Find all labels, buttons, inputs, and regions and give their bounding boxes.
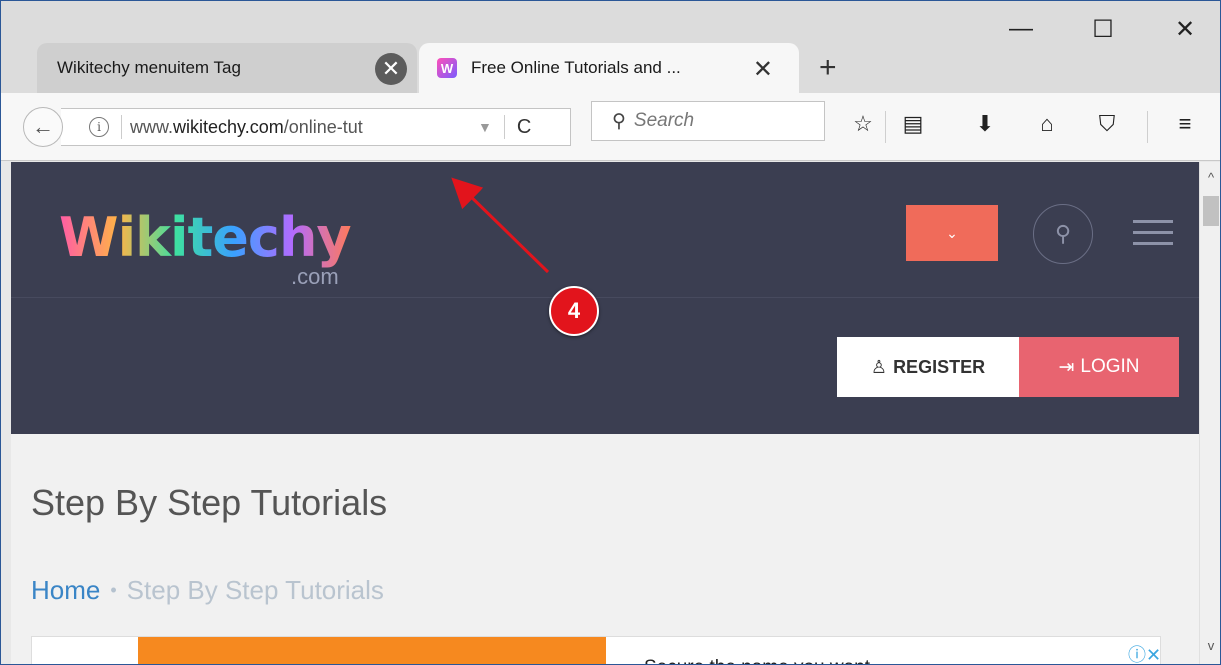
- hamburger-menu-icon[interactable]: ≡: [1169, 111, 1201, 137]
- url-text[interactable]: www.wikitechy.com/online-tut: [130, 117, 470, 138]
- user-icon: ♙: [870, 356, 888, 377]
- divider: [885, 111, 886, 143]
- login-button[interactable]: ⇥ LOGIN: [1019, 337, 1179, 397]
- search-input[interactable]: ⚲ Search: [591, 101, 825, 141]
- browser-window: Wikitechy menuitem Tag ✕ W Free Online T…: [0, 0, 1221, 665]
- ad-text[interactable]: Secure the name you want: [644, 657, 870, 664]
- tab-wikitechy-menuitem[interactable]: Wikitechy menuitem Tag ✕: [37, 43, 417, 93]
- breadcrumb-current: Step By Step Tutorials: [126, 575, 384, 605]
- divider: [11, 297, 1199, 298]
- window-close-icon[interactable]: ✕: [1165, 15, 1205, 44]
- scroll-up-icon[interactable]: ^: [1200, 170, 1220, 185]
- reading-list-icon[interactable]: ▤: [897, 111, 929, 137]
- tab-title: Free Online Tutorials and ...: [471, 58, 681, 77]
- search-placeholder: Search: [633, 110, 695, 131]
- wikitechy-favicon-icon: W: [437, 58, 457, 78]
- minimize-icon[interactable]: —: [1001, 15, 1041, 43]
- dropdown-button[interactable]: ⌄: [906, 205, 998, 261]
- arrow-left-icon: ←: [32, 114, 54, 139]
- site-header: Wikitechy .com ⌄ ⚲ ♙ REGISTER ⇥ LOGIN: [11, 162, 1199, 434]
- site-search-button[interactable]: ⚲: [1033, 204, 1093, 264]
- reload-icon[interactable]: C: [517, 116, 531, 139]
- hamburger-menu-icon[interactable]: [1133, 220, 1173, 253]
- advertisement[interactable]: Secure the name you want ⓘ✕: [31, 636, 1161, 664]
- search-icon: ⚲: [1054, 221, 1072, 246]
- divider: [121, 115, 122, 139]
- page-content: Wikitechy .com ⌄ ⚲ ♙ REGISTER ⇥ LOGIN St…: [11, 162, 1199, 664]
- scroll-down-icon[interactable]: v: [1200, 638, 1220, 653]
- tab-strip: Wikitechy menuitem Tag ✕ W Free Online T…: [1, 1, 1220, 93]
- navigation-toolbar: i www.wikitechy.com/online-tut ▼ C ← ⚲ S…: [1, 93, 1220, 161]
- new-tab-button[interactable]: +: [819, 51, 837, 85]
- tab-title: Wikitechy menuitem Tag: [57, 58, 241, 77]
- download-icon[interactable]: ⬇: [969, 111, 1001, 137]
- ad-image[interactable]: [138, 637, 606, 664]
- vertical-scrollbar[interactable]: ^ v: [1199, 162, 1220, 664]
- maximize-icon[interactable]: ☐: [1083, 15, 1123, 44]
- home-icon[interactable]: ⌂: [1031, 111, 1063, 137]
- sign-in-icon: ⇥: [1058, 356, 1075, 378]
- register-button[interactable]: ♙ REGISTER: [837, 337, 1019, 397]
- breadcrumb-home-link[interactable]: Home: [31, 575, 100, 606]
- breadcrumb: Home • Step By Step Tutorials: [31, 575, 384, 606]
- bookmark-star-icon[interactable]: ☆: [847, 111, 879, 137]
- back-button[interactable]: ←: [23, 107, 63, 147]
- chevron-down-icon: ⌄: [946, 224, 958, 241]
- logo-suffix: .com: [291, 264, 339, 289]
- pocket-icon[interactable]: ⛉: [1091, 111, 1123, 137]
- register-label: REGISTER: [893, 356, 986, 377]
- ad-choices-icon[interactable]: ⓘ✕: [1128, 641, 1161, 664]
- tab-free-online-tutorials[interactable]: W Free Online Tutorials and ... ✕: [419, 43, 799, 93]
- breadcrumb-separator: •: [110, 580, 117, 600]
- annotation-badge: 4: [549, 286, 599, 336]
- chevron-down-icon[interactable]: ▼: [478, 119, 492, 135]
- divider: [503, 115, 505, 139]
- search-icon: ⚲: [612, 110, 626, 132]
- page-title: Step By Step Tutorials: [31, 482, 388, 523]
- scrollbar-thumb[interactable]: [1203, 196, 1219, 226]
- login-label: LOGIN: [1080, 356, 1140, 377]
- close-icon[interactable]: ✕: [375, 53, 407, 85]
- close-icon[interactable]: ✕: [753, 55, 773, 84]
- divider: [1147, 111, 1148, 143]
- info-icon[interactable]: i: [89, 117, 109, 137]
- address-bar[interactable]: i www.wikitechy.com/online-tut ▼ C: [61, 108, 571, 146]
- site-logo[interactable]: Wikitechy: [59, 206, 352, 269]
